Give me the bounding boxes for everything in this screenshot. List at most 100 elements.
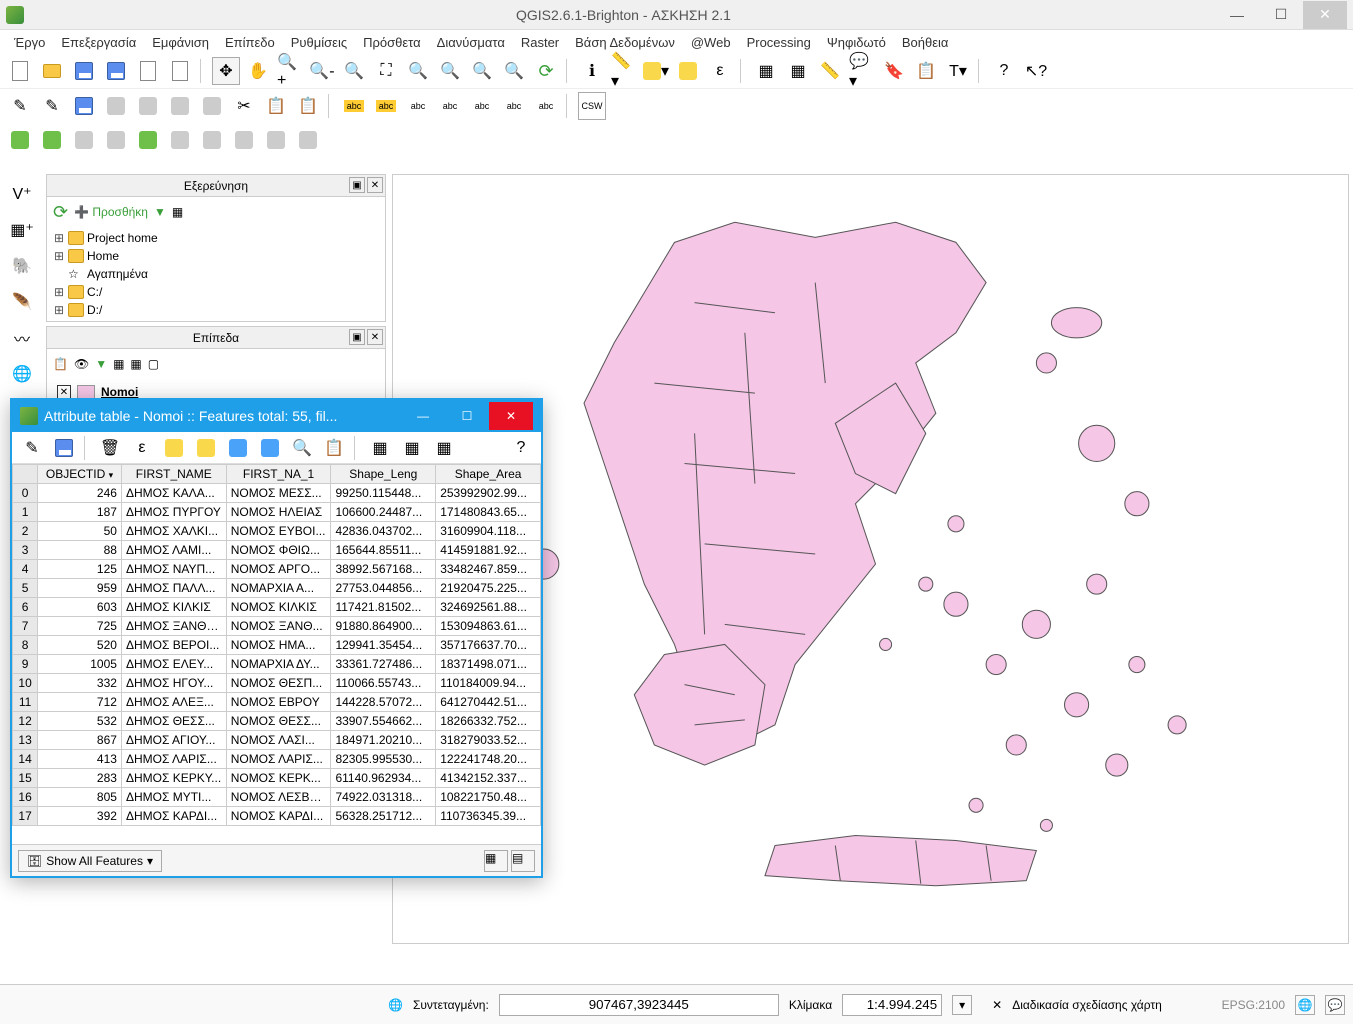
cell-objectid[interactable]: 283 [38,769,122,788]
save-project-button[interactable] [70,57,98,85]
cell-firstna1[interactable]: ΝΟΜΟΣ ΞΑΝΘ... [226,617,331,636]
dialog-close-button[interactable]: ✕ [489,402,533,430]
window-close-button[interactable]: ✕ [1303,1,1347,29]
dialog-titlebar[interactable]: Attribute table - Nomoi :: Features tota… [12,400,541,432]
cell-shapearea[interactable]: 324692561.88... [436,598,541,617]
row-index[interactable]: 13 [13,731,38,750]
crs-button[interactable]: 🌐 [1295,995,1315,1015]
label-hide-button[interactable]: abc [436,92,464,120]
col-firstname[interactable]: FIRST_NAME [121,465,226,484]
cell-objectid[interactable]: 725 [38,617,122,636]
measure-line-button[interactable]: 📏 [816,57,844,85]
attribute-table[interactable]: OBJECTID ▾ FIRST_NAME FIRST_NA_1 Shape_L… [12,464,541,826]
layers-remove-icon[interactable]: ▢ [148,357,159,371]
measure-button[interactable]: 📏▾ [610,57,638,85]
cell-firstname[interactable]: ΔΗΜΟΣ ΚΑΛΑ... [121,484,226,503]
cell-objectid[interactable]: 413 [38,750,122,769]
dialog-help-button[interactable]: ? [507,434,535,462]
table-view-button[interactable]: ▤ [511,850,535,872]
collapse-all-button[interactable] [134,126,162,154]
save-as-button[interactable] [102,57,130,85]
cell-shapeleng[interactable]: 184971.20210... [331,731,436,750]
table-row[interactable]: 11 712 ΔΗΜΟΣ ΑΛΕΞ... ΝΟΜΟΣ ΕΒΡΟΥ 144228.… [13,693,541,712]
cell-firstname[interactable]: ΔΗΜΟΣ ΕΛΕΥ... [121,655,226,674]
menu-raster[interactable]: Raster [515,33,565,52]
deselect-all-button[interactable] [160,434,188,462]
menu-edit[interactable]: Επεξεργασία [55,33,142,52]
cell-objectid[interactable]: 392 [38,807,122,826]
move-feature-button[interactable] [134,92,162,120]
menu-view[interactable]: Εμφάνιση [146,33,215,52]
row-index[interactable]: 17 [13,807,38,826]
row-index[interactable]: 11 [13,693,38,712]
manage-visibility-button[interactable] [38,126,66,154]
copy-rows-button[interactable]: 📋 [320,434,348,462]
row-index[interactable]: 7 [13,617,38,636]
dialog-minimize-button[interactable]: — [401,402,445,430]
cell-shapeleng[interactable]: 165644.85511... [331,541,436,560]
cell-shapeleng[interactable]: 129941.35454... [331,636,436,655]
cell-shapearea[interactable]: 31609904.118... [436,522,541,541]
menu-layer[interactable]: Επίπεδο [219,33,281,52]
cell-firstname[interactable]: ΔΗΜΟΣ ΠΥΡΓΟΥ [121,503,226,522]
cell-shapeleng[interactable]: 110066.55743... [331,674,436,693]
row-index[interactable]: 9 [13,655,38,674]
row-index[interactable]: 3 [13,541,38,560]
col-shapeleng[interactable]: Shape_Leng [331,465,436,484]
table-row[interactable]: 15 283 ΔΗΜΟΣ ΚΕΡΚΥ... ΝΟΜΟΣ ΚΕΡΚ... 6114… [13,769,541,788]
row-index[interactable]: 8 [13,636,38,655]
cell-firstname[interactable]: ΔΗΜΟΣ ΚΑΡΔΙ... [121,807,226,826]
field-calc-button[interactable]: ▦ [784,57,812,85]
add-postgis-button[interactable]: 🐘 [4,250,40,282]
identify-button[interactable]: ℹ [578,57,606,85]
menu-plugins[interactable]: Πρόσθετα [357,33,427,52]
open-project-button[interactable] [38,57,66,85]
refresh-button[interactable]: ⟳ [532,57,560,85]
paste-button[interactable]: 📋 [294,92,322,120]
zoom-full-button[interactable]: ⛶ [372,57,400,85]
cell-firstname[interactable]: ΔΗΜΟΣ ΧΑΛΚΙ... [121,522,226,541]
cell-firstna1[interactable]: ΝΟΜΟΣ ΑΡΓΟ... [226,560,331,579]
table-row[interactable]: 7 725 ΔΗΜΟΣ ΞΑΝΘΗΣ ΝΟΜΟΣ ΞΑΝΘ... 91880.8… [13,617,541,636]
cell-shapeleng[interactable]: 56328.251712... [331,807,436,826]
scale-dropdown-button[interactable]: ▾ [952,995,972,1015]
cell-shapeleng[interactable]: 117421.81502... [331,598,436,617]
add-wms-button[interactable]: 🌐 [4,358,40,390]
tree-item-home[interactable]: ⊞Home [49,247,383,265]
toggle-edit-button[interactable]: ✎ [18,434,46,462]
cell-objectid[interactable]: 50 [38,522,122,541]
table-row[interactable]: 1 187 ΔΗΜΟΣ ΠΥΡΓΟΥ ΝΟΜΟΣ ΗΛΕΙΑΣ 106600.2… [13,503,541,522]
crs-label[interactable]: EPSG:2100 [1222,998,1285,1012]
save-edits-button[interactable] [50,434,78,462]
menu-raster2[interactable]: Ψηφιδωτό [821,33,892,52]
zoom-native-button[interactable]: 🔍 [340,57,368,85]
tree-item-favorites[interactable]: ☆Αγαπημένα [49,265,383,283]
cell-shapeleng[interactable]: 33907.554662... [331,712,436,731]
cell-firstname[interactable]: ΔΗΜΟΣ ΗΓΟΥ... [121,674,226,693]
cell-shapearea[interactable]: 18371498.071... [436,655,541,674]
cell-firstname[interactable]: ΔΗΜΟΣ ΛΑΡΙΣ... [121,750,226,769]
toggle-edit-button[interactable]: ✎ [38,92,66,120]
cell-firstname[interactable]: ΔΗΜΟΣ ΝΑΥΠ... [121,560,226,579]
cell-firstna1[interactable]: ΝΟΜΟΣ ΘΕΣΣ... [226,712,331,731]
table-row[interactable]: 2 50 ΔΗΜΟΣ ΧΑΛΚΙ... ΝΟΜΟΣ ΕΥΒΟΙ... 42836… [13,522,541,541]
cell-objectid[interactable]: 332 [38,674,122,693]
menu-settings[interactable]: Ρυθμίσεις [285,33,353,52]
save-edits-button[interactable] [70,92,98,120]
filter-legend-button[interactable] [70,126,98,154]
invert-selection-button[interactable] [224,434,252,462]
col-shapearea[interactable]: Shape_Area [436,465,541,484]
expand-all-button[interactable] [102,126,130,154]
zoom-in-button[interactable]: 🔍+ [276,57,304,85]
table-row[interactable]: 5 959 ΔΗΜΟΣ ΠΑΛΛ... ΝΟΜΑΡΧΙΑ Α... 27753.… [13,579,541,598]
delete-column-button[interactable]: ▦ [398,434,426,462]
table-row[interactable]: 13 867 ΔΗΜΟΣ ΑΓΙΟΥ... ΝΟΜΟΣ ΛΑΣΙ... 1849… [13,731,541,750]
layers-collapse-icon[interactable]: ▦ [130,357,141,371]
row-index[interactable]: 16 [13,788,38,807]
delete-selected-button[interactable] [198,92,226,120]
row-index[interactable]: 1 [13,503,38,522]
cell-shapearea[interactable]: 171480843.65... [436,503,541,522]
layer-style-button[interactable] [294,126,322,154]
browser-close-button[interactable]: ✕ [367,177,383,193]
cell-objectid[interactable]: 805 [38,788,122,807]
